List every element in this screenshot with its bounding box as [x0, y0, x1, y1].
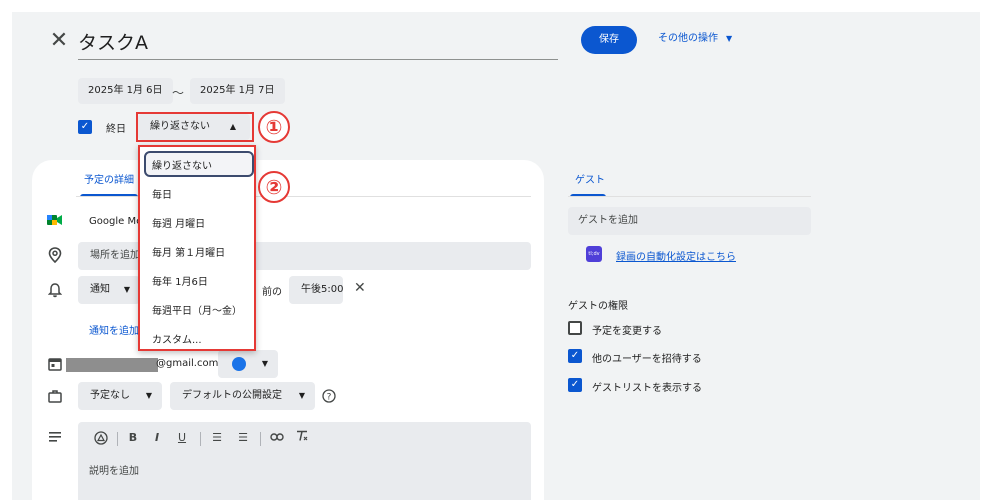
end-date-button[interactable]: 2025年 1月 7日 — [190, 78, 285, 104]
notification-time-select[interactable]: 午後5:00 — [289, 276, 343, 304]
repeat-option-custom[interactable]: カスタム... — [152, 331, 202, 346]
date-separator: 〜 — [172, 86, 185, 100]
permission-see-list-label: ゲストリストを表示する — [592, 383, 702, 394]
start-date-button[interactable]: 2025年 1月 6日 — [78, 78, 173, 104]
repeat-option-monthly[interactable]: 毎月 第１月曜日 — [152, 244, 225, 259]
permission-see-list-checkbox[interactable]: ✓ — [568, 378, 582, 392]
notification-type-label: 通知 — [90, 284, 110, 295]
repeat-option-weekly[interactable]: 毎週 月曜日 — [152, 215, 205, 230]
permission-modify-label: 予定を変更する — [592, 326, 662, 337]
recording-app-icon: tl;dv — [586, 246, 602, 262]
visibility-label: デフォルトの公開設定 — [182, 390, 282, 401]
all-day-checkbox[interactable]: ✓ — [78, 120, 92, 134]
repeat-option-weekdays[interactable]: 毎週平日（月〜金） — [152, 302, 242, 317]
notification-before-label: 前の — [262, 287, 282, 298]
all-day-label: 終日 — [106, 124, 126, 135]
permission-modify-checkbox[interactable] — [568, 321, 582, 335]
repeat-dropdown-menu: 繰り返さない 毎日 毎週 月曜日 毎月 第１月曜日 毎年 1月6日 毎週平日（月… — [138, 145, 256, 351]
calendar-email: @gmail.com — [156, 358, 219, 369]
notification-type-select[interactable]: 通知 ▼ — [78, 276, 140, 304]
remove-notification-icon[interactable]: ✕ — [354, 280, 366, 296]
calendar-color-select[interactable]: ▼ — [218, 350, 278, 378]
link-icon[interactable] — [269, 431, 285, 447]
availability-label: 予定なし — [90, 390, 130, 401]
close-icon[interactable]: ✕ — [48, 30, 70, 52]
more-actions-label: その他の操作 — [658, 33, 718, 44]
permission-invite-label: 他のユーザーを招待する — [592, 354, 702, 365]
redacted-email — [66, 358, 158, 372]
annotation-badge-2: ② — [258, 171, 290, 203]
repeat-option-none[interactable]: 繰り返さない — [152, 157, 212, 172]
visibility-select[interactable]: デフォルトの公開設定 ▼ — [170, 382, 315, 410]
availability-select[interactable]: 予定なし ▼ — [78, 382, 162, 410]
tab-event-details[interactable]: 予定の詳細 — [84, 171, 134, 186]
tab-guests[interactable]: ゲスト — [575, 171, 605, 186]
meet-icon — [47, 213, 63, 227]
caret-down-icon: ▼ — [298, 391, 305, 400]
annotation-badge-1: ① — [258, 111, 290, 143]
toolbar-separator — [117, 432, 118, 446]
drive-attach-icon[interactable] — [93, 431, 109, 450]
toolbar-separator — [200, 432, 201, 446]
save-button[interactable]: 保存 — [581, 26, 637, 54]
permission-invite-checkbox[interactable]: ✓ — [568, 349, 582, 363]
bold-icon[interactable]: B — [127, 430, 139, 446]
briefcase-icon — [47, 389, 63, 405]
repeat-option-daily[interactable]: 毎日 — [152, 186, 172, 201]
more-actions-button[interactable]: その他の操作 ▼ — [658, 30, 732, 48]
svg-text:?: ? — [327, 393, 332, 403]
add-guest-input[interactable]: ゲストを追加 — [568, 207, 811, 235]
bell-icon — [47, 282, 63, 298]
guests-tab-divider — [568, 196, 811, 197]
caret-down-icon: ▼ — [261, 359, 268, 368]
add-notification-link[interactable]: 通知を追加 — [89, 322, 139, 337]
calendar-icon — [47, 357, 63, 373]
toolbar-separator — [260, 432, 261, 446]
guest-permissions-title: ゲストの権限 — [568, 301, 628, 312]
recording-settings-link[interactable]: 録画の自動化設定はこちら — [616, 248, 736, 263]
description-icon — [47, 431, 63, 447]
italic-icon[interactable]: I — [151, 430, 163, 446]
numbered-list-icon[interactable]: ☰ — [210, 430, 224, 446]
description-placeholder: 説明を追加 — [89, 466, 139, 477]
caret-down-icon: ▼ — [726, 34, 733, 43]
clear-formatting-icon[interactable] — [295, 430, 309, 447]
title-input[interactable]: タスクA — [78, 30, 558, 60]
highlight-box-1 — [136, 112, 254, 142]
bulleted-list-icon[interactable]: ☰ — [236, 430, 250, 446]
caret-down-icon: ▼ — [145, 391, 152, 400]
help-icon[interactable]: ? — [322, 389, 336, 403]
caret-down-icon: ▼ — [123, 285, 130, 294]
underline-icon[interactable]: U — [176, 430, 188, 446]
location-pin-icon — [47, 247, 63, 264]
calendar-color-dot — [232, 357, 246, 371]
repeat-option-yearly[interactable]: 毎年 1月6日 — [152, 273, 208, 288]
